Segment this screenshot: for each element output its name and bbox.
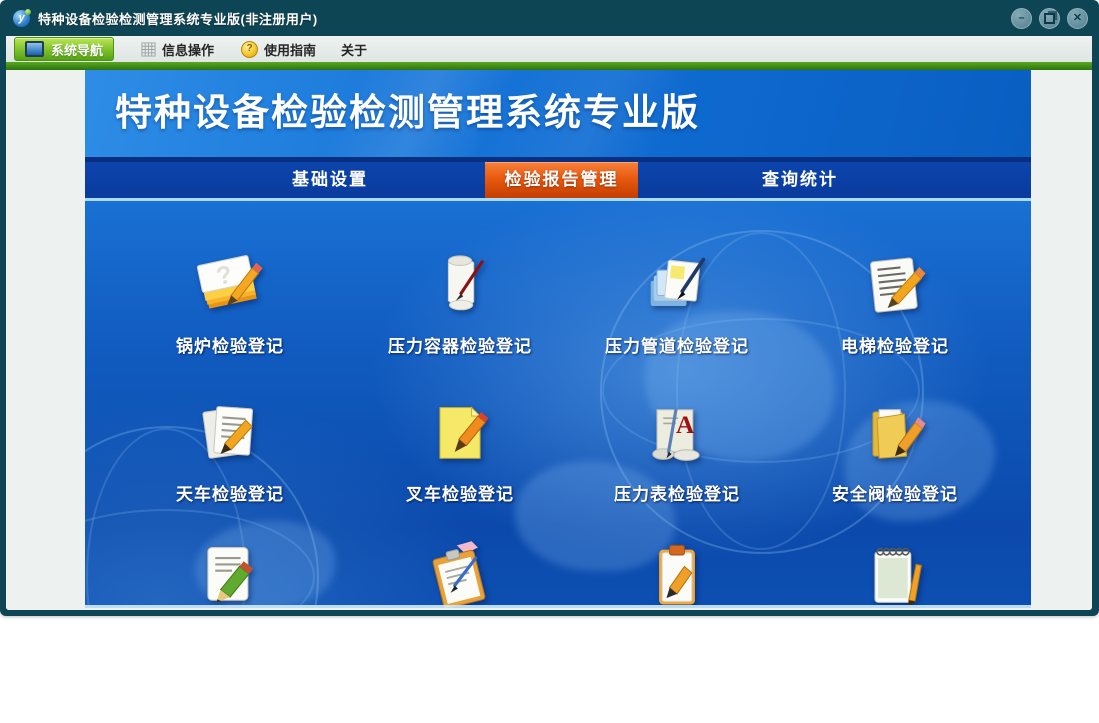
menu-item-label: 信息操作	[162, 42, 215, 58]
launcher-label: 压力容器检验登记	[388, 337, 532, 356]
menu-item-user-guide[interactable]: ? 使用指南	[241, 40, 316, 59]
notepad-question-pencil-icon: ?	[196, 255, 263, 309]
launcher-crane-inspection[interactable]: 天车检验登记	[115, 395, 345, 505]
launcher-elevator-inspection[interactable]: 电梯检验登记	[780, 247, 1010, 357]
maximize-button[interactable]	[1039, 7, 1060, 29]
menu-item-label: 系统导航	[51, 42, 104, 58]
scroll-pen-icon	[447, 255, 484, 311]
scroll-letter-a-pen-icon: A	[652, 408, 700, 461]
launcher-label: 安全阀检验登记	[832, 485, 958, 504]
maximize-icon	[1044, 12, 1055, 24]
launcher-item-row3-3[interactable]	[562, 537, 792, 608]
monitor-icon	[25, 41, 44, 57]
note-green-pencil-icon	[207, 547, 254, 603]
notepad-lines-pencil-icon	[870, 257, 926, 313]
launcher-label: 压力表检验登记	[614, 485, 740, 504]
menu-item-label: 使用指南	[264, 42, 317, 58]
papers-pencil-icon	[202, 406, 254, 459]
banner-title: 特种设备检验检测管理系统专业版	[115, 92, 700, 133]
grid-icon	[141, 41, 156, 57]
launcher-forklift-inspection[interactable]: 叉车检验登记	[345, 395, 575, 505]
banner: 特种设备检验检测管理系统专业版	[85, 70, 1031, 157]
launcher-pressure-vessel-inspection[interactable]: 压力容器检验登记	[345, 247, 575, 357]
minimize-button[interactable]: –	[1011, 7, 1032, 29]
clipboard-pencil-icon	[659, 544, 695, 605]
content-area: 特种设备检验检测管理系统专业版 基础设置 检验报告管理 查询统计 ? 锅炉检验登…	[6, 70, 1092, 610]
tab-query-statistics[interactable]: 查询统计	[762, 162, 838, 198]
menu-item-system-navigation[interactable]: 系统导航	[14, 37, 115, 61]
window-controls: – ✕	[1011, 7, 1088, 29]
launcher-safety-valve-inspection[interactable]: 安全阀检验登记	[780, 395, 1010, 505]
tab-basic-settings[interactable]: 基础设置	[292, 162, 368, 198]
clipboard-pen-icon	[432, 541, 486, 608]
svg-text:A: A	[676, 411, 695, 439]
spiral-notepad-pencil-icon	[874, 547, 922, 608]
tab-inspection-report-management[interactable]: 检验报告管理	[485, 162, 638, 198]
launcher-label: 压力管道检验登记	[605, 337, 749, 356]
launcher-item-row3-1[interactable]	[115, 537, 345, 608]
folder-pencil-icon	[872, 409, 926, 459]
menu-item-label: 关于	[341, 42, 368, 58]
app-logo-icon: y	[13, 8, 31, 27]
launcher-row	[85, 537, 1031, 608]
sticky-note-pencil-icon	[439, 406, 489, 459]
launcher-label: 叉车检验登记	[406, 485, 514, 504]
launcher-row: 天车检验登记 叉车检验登记 A 压力表检验登记 安全阀检验登记	[85, 395, 1031, 545]
help-coin-icon: ?	[241, 40, 259, 58]
window-title: 特种设备检验检测管理系统专业版(非注册用户)	[38, 11, 318, 27]
titlebar: y 特种设备检验检测管理系统专业版(非注册用户) – ✕	[0, 0, 1099, 36]
launcher-item-row3-4[interactable]	[780, 537, 1010, 608]
window-body: 系统导航 信息操作 ? 使用指南 关于 特种设备检验检测管理系统专业版 基础设置…	[6, 36, 1092, 610]
menu-item-info-operations[interactable]: 信息操作	[141, 40, 214, 59]
menu-item-about[interactable]: 关于	[341, 40, 367, 59]
launcher-row: ? 锅炉检验登记 压力容器检验登记 压力管道检验登记 电梯检验登记	[85, 247, 1031, 397]
launcher-item-row3-2[interactable]	[345, 537, 575, 608]
main-panel: 特种设备检验检测管理系统专业版 基础设置 检验报告管理 查询统计 ? 锅炉检验登…	[85, 70, 1031, 608]
world-map-background: ? 锅炉检验登记 压力容器检验登记 压力管道检验登记 电梯检验登记 天车检验登记…	[85, 201, 1031, 608]
document-stack-pen-icon	[650, 257, 706, 307]
green-accent-strip	[6, 62, 1092, 70]
launcher-label: 锅炉检验登记	[176, 337, 284, 356]
launcher-pressure-pipeline-inspection[interactable]: 压力管道检验登记	[562, 247, 792, 357]
menubar: 系统导航 信息操作 ? 使用指南 关于	[6, 36, 1092, 62]
launcher-pressure-gauge-inspection[interactable]: A 压力表检验登记	[562, 395, 792, 505]
tabbar: 基础设置 检验报告管理 查询统计	[85, 157, 1031, 201]
app-window: y 特种设备检验检测管理系统专业版(非注册用户) – ✕ 系统导航 信息操作 ?	[0, 0, 1099, 616]
launcher-boiler-inspection[interactable]: ? 锅炉检验登记	[115, 247, 345, 357]
close-button[interactable]: ✕	[1067, 7, 1088, 29]
launcher-label: 电梯检验登记	[841, 337, 949, 356]
launcher-label: 天车检验登记	[176, 485, 284, 504]
